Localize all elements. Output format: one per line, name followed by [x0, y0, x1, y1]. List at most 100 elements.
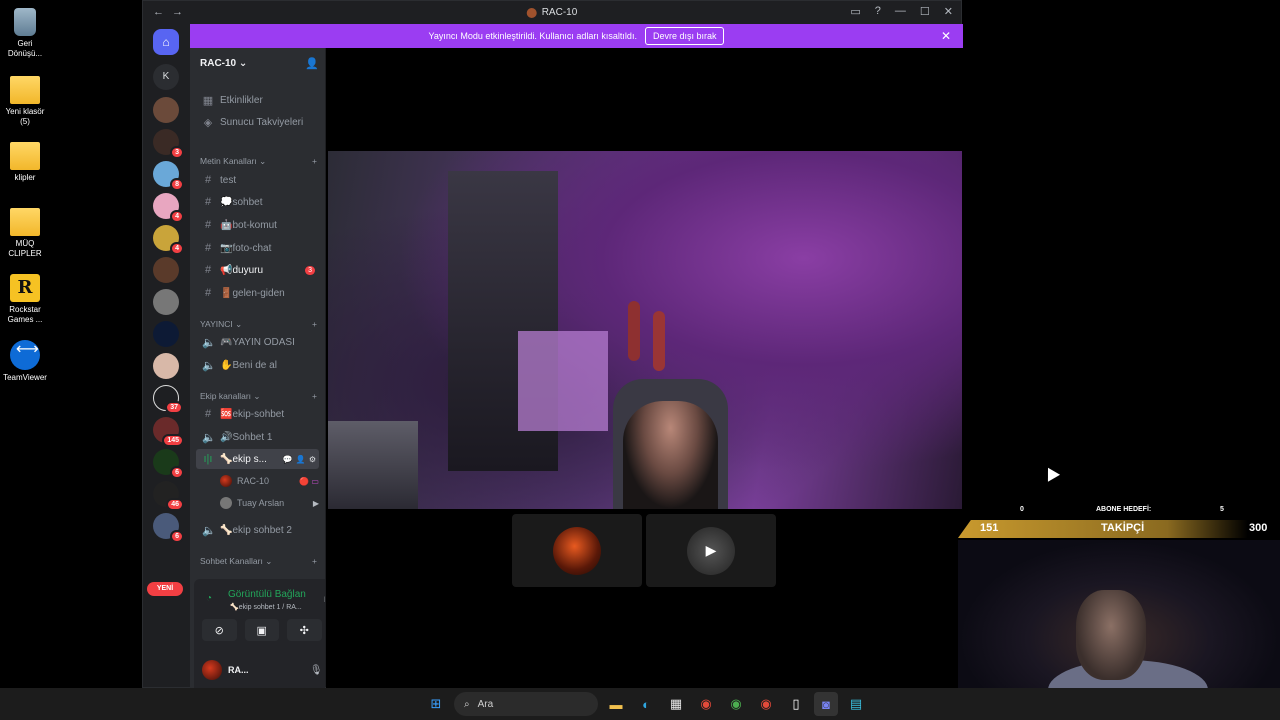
channel-item[interactable]: # 🆘ekip-sohbet: [196, 404, 319, 424]
folder-icon: [10, 142, 40, 170]
sidebar-item-boosts[interactable]: ◈ Sunucu Takviyeleri: [196, 112, 319, 132]
close-button[interactable]: ✕: [944, 5, 953, 18]
voice-channel-item[interactable]: 🔈 🦴ekip sohbet 2: [196, 520, 319, 540]
file-explorer-icon[interactable]: ▬: [604, 692, 628, 716]
disable-streamer-mode-button[interactable]: Devre dışı bırak: [644, 27, 725, 45]
teamviewer-icon: [10, 340, 40, 370]
server-icon[interactable]: [153, 321, 179, 347]
channel-item[interactable]: # test: [196, 170, 319, 190]
folder-icon: [10, 76, 40, 104]
server-icon[interactable]: 3: [153, 129, 184, 159]
speaker-icon: 🔈: [202, 431, 216, 444]
discord-icon[interactable]: ◙: [814, 692, 838, 716]
participant-tile[interactable]: ▶: [646, 514, 776, 587]
participant-tile[interactable]: [512, 514, 642, 587]
add-channel-icon[interactable]: +: [312, 556, 317, 567]
server-icon[interactable]: 6: [153, 449, 184, 479]
channel-item[interactable]: # 💭sohbet: [196, 192, 319, 212]
rockstar-shortcut[interactable]: R Rockstar Games ...: [0, 274, 50, 325]
desktop-icon-label: Yeni klasör (5): [5, 107, 45, 126]
discord-home-icon[interactable]: ⌂: [153, 29, 179, 55]
chrome-icon[interactable]: ◉: [694, 692, 718, 716]
desktop-icon-label: klipler: [14, 173, 36, 182]
minimize-button[interactable]: —: [895, 5, 906, 18]
windows-start-icon[interactable]: ⊞: [424, 692, 448, 716]
new-servers-pill[interactable]: YENİ: [147, 582, 183, 596]
help-icon[interactable]: ?: [875, 5, 881, 18]
recycle-bin-shortcut[interactable]: Geri Dönüşü...: [0, 8, 50, 59]
folder-shortcut[interactable]: MÜQ CLIPLER: [0, 208, 50, 259]
title-bar: ←→ RAC-10 ▭ ? — ☐ ✕: [143, 1, 961, 24]
video-stage-area: ▶: [326, 48, 962, 689]
server-icon[interactable]: [153, 353, 179, 379]
server-icon[interactable]: [153, 289, 179, 315]
notes-icon[interactable]: ▤: [844, 692, 868, 716]
server-icon[interactable]: 4: [153, 193, 184, 223]
mention-badge: 8: [170, 178, 184, 191]
connection-status[interactable]: Görüntülü Bağlan: [228, 589, 306, 600]
voice-channel-item[interactable]: 🔈 🎮YAYIN ODASI: [196, 332, 319, 352]
voice-channel-item[interactable]: 🔈 ✋Beni de al: [196, 355, 319, 375]
server-header[interactable]: RAC-10 ⌄ 👤: [190, 48, 325, 80]
goal-right-number: 5: [1220, 506, 1224, 513]
notepad-icon[interactable]: ▯: [784, 692, 808, 716]
add-channel-icon[interactable]: +: [312, 391, 317, 402]
server-icon[interactable]: 8: [153, 161, 184, 191]
desktop-icon-label: Geri Dönüşü...: [7, 39, 43, 58]
channel-item[interactable]: # 🚪gelen-giden: [196, 283, 319, 303]
avatar[interactable]: [202, 660, 222, 680]
video-scene: [518, 331, 608, 431]
add-channel-icon[interactable]: +: [312, 319, 317, 330]
channel-item[interactable]: # 📷foto-chat: [196, 238, 319, 258]
category-header[interactable]: Ekip kanalları ⌄ +: [200, 391, 317, 402]
folder-shortcut[interactable]: Yeni klasör (5): [0, 76, 50, 127]
taskbar-apps: ⊞ ⌕ Ara ▬ ◐ ▦ ◉ ◉ ◉ ▯ ◙ ▤: [424, 692, 868, 716]
nav-arrows[interactable]: ←→: [153, 6, 191, 18]
voice-channel-item[interactable]: 🔈 🔊Sohbet 1: [196, 427, 319, 447]
hash-icon: #: [204, 219, 212, 231]
voice-member[interactable]: Tuay Arslan ▶: [220, 494, 319, 512]
streamer-mode-banner: Yayıncı Modu etkinleştirildi. Kullanıcı …: [190, 24, 963, 48]
boost-icon: ◈: [203, 116, 213, 129]
category-header[interactable]: YAYINCI ⌄ +: [200, 319, 317, 330]
add-channel-icon[interactable]: +: [312, 156, 317, 167]
microphone-icon[interactable]: 🎙: [310, 665, 323, 676]
goal-header: 0 ABONE HEDEFİ: 5: [958, 502, 1280, 518]
avatar: [553, 526, 601, 575]
channel-item[interactable]: # 🤖bot-komut: [196, 215, 319, 235]
server-icon[interactable]: 46: [153, 481, 184, 511]
inbox-icon[interactable]: ▭: [850, 5, 860, 18]
close-icon[interactable]: ✕: [941, 29, 951, 43]
chrome-icon[interactable]: ◉: [724, 692, 748, 716]
screen-share-button[interactable]: ▣: [244, 619, 279, 641]
taskbar-search[interactable]: ⌕ Ara: [454, 692, 598, 716]
teamviewer-shortcut[interactable]: TeamViewer: [0, 340, 50, 383]
channel-tools[interactable]: 💬👤⚙: [283, 455, 319, 464]
server-icon[interactable]: [153, 97, 179, 123]
server-icon[interactable]: 4: [153, 225, 184, 255]
server-icon[interactable]: 6: [153, 513, 184, 543]
invite-icon[interactable]: 👤: [305, 57, 319, 70]
folder-shortcut[interactable]: klipler: [0, 142, 50, 183]
maximize-button[interactable]: ☐: [920, 5, 930, 18]
chrome-icon[interactable]: ◉: [754, 692, 778, 716]
voice-channel-item-active[interactable]: ı|ı 🦴ekip s... 💬👤⚙: [196, 449, 319, 469]
category-header[interactable]: Metin Kanalları ⌄ +: [200, 156, 317, 167]
sidebar-item-events[interactable]: ▦ Etkinlikler: [196, 90, 319, 110]
featured-video[interactable]: [328, 151, 962, 509]
server-icon[interactable]: 145: [153, 417, 184, 447]
store-icon[interactable]: ▦: [664, 692, 688, 716]
edge-icon[interactable]: ◐: [634, 692, 658, 716]
server-icon[interactable]: 37: [153, 385, 183, 414]
hash-icon: #: [204, 287, 212, 299]
activities-button[interactable]: ✣: [287, 619, 322, 641]
noise-suppression-icon[interactable]: ılı: [324, 594, 325, 605]
camera-off-button[interactable]: ⊘: [202, 619, 237, 641]
channel-item[interactable]: # 📢duyuru 3: [196, 260, 319, 280]
voice-member[interactable]: RAC-10 🔴 ▭: [220, 472, 319, 490]
user-name[interactable]: RA...: [228, 665, 249, 675]
server-icon[interactable]: K: [153, 64, 179, 90]
mention-badge: 6: [170, 530, 184, 543]
category-header[interactable]: Sohbet Kanalları ⌄ +: [200, 556, 317, 567]
server-icon[interactable]: [153, 257, 179, 283]
